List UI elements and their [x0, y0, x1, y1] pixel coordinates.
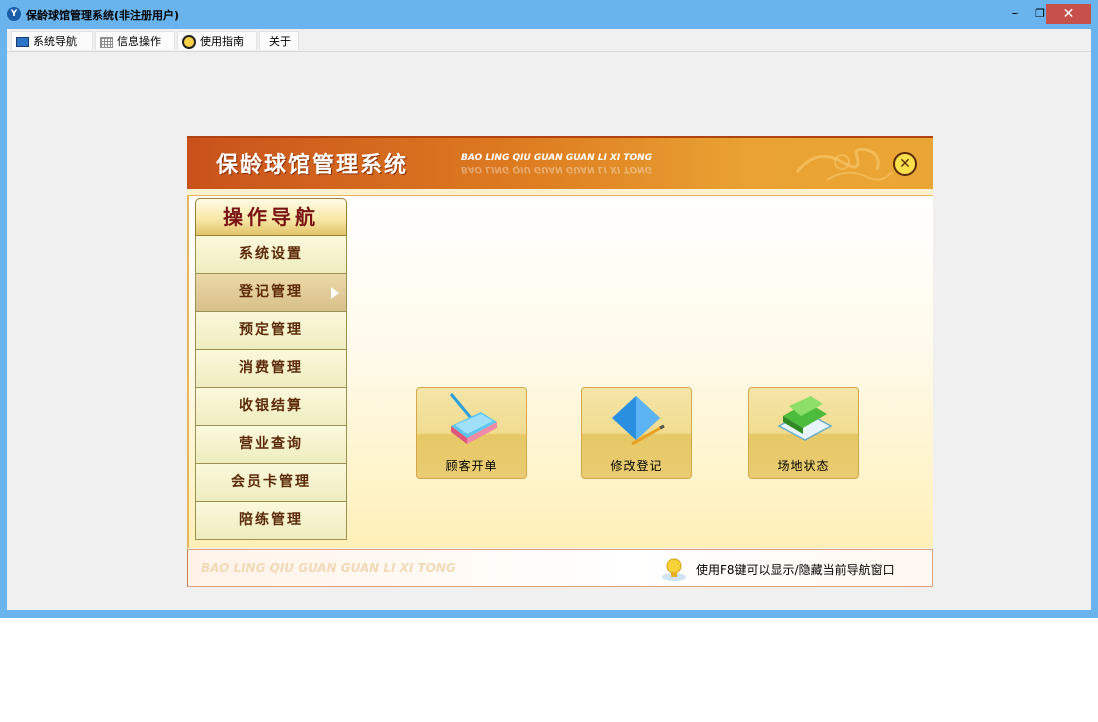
close-button[interactable]: ✕: [1046, 4, 1091, 24]
window-title: 保龄球馆管理系统(非注册用户): [26, 9, 180, 22]
panel-body: 操作导航 系统设置 登记管理 预定管理 消费管理 收银结算 营业查询 会员卡管理…: [187, 196, 933, 548]
nav-item-label: 会员卡管理: [231, 474, 311, 490]
footer-hint: 使用F8键可以显示/隐藏当前导航窗口: [696, 563, 895, 577]
cloud-swirl-icon: [795, 147, 893, 181]
panel-banner: 保龄球馆管理系统 BAO LING QIU GUAN GUAN LI XI TO…: [187, 136, 933, 189]
lightbulb-icon: [662, 558, 686, 581]
title-bar[interactable]: Y 保龄球馆管理系统(非注册用户) – ❐ ✕: [0, 0, 1098, 29]
nav-item-consumption[interactable]: 消费管理: [195, 350, 347, 388]
nav-item-business-query[interactable]: 营业查询: [195, 426, 347, 464]
nav-heading: 操作导航: [195, 198, 347, 236]
nav-item-label: 营业查询: [239, 436, 303, 452]
nav-item-label: 消费管理: [239, 360, 303, 376]
nav-item-system-settings[interactable]: 系统设置: [195, 236, 347, 274]
nav-item-label: 系统设置: [239, 246, 303, 262]
tile-venue-status[interactable]: 场地状态: [748, 387, 859, 479]
menu-bar: 系统导航 信息操作 使用指南 关于: [7, 29, 1091, 52]
menu-info-ops[interactable]: 信息操作: [95, 31, 175, 50]
menu-label: 关于: [269, 35, 291, 48]
panel-close-icon[interactable]: ✕: [893, 152, 917, 176]
menu-label: 使用指南: [200, 35, 244, 48]
nav-item-reservation[interactable]: 预定管理: [195, 312, 347, 350]
nav-item-label: 预定管理: [239, 322, 303, 338]
nav-item-registration[interactable]: 登记管理: [195, 274, 347, 312]
pen-book-icon: [449, 393, 497, 444]
menu-label: 信息操作: [117, 35, 161, 48]
menu-label: 系统导航: [33, 35, 77, 48]
panel-subtitle: BAO LING QIU GUAN GUAN LI XI TONG: [461, 153, 653, 163]
app-window: Y 保龄球馆管理系统(非注册用户) – ❐ ✕ 系统导航 信息操作 使用指南 关…: [0, 0, 1098, 618]
nav-item-member-card[interactable]: 会员卡管理: [195, 464, 347, 502]
nav-item-label: 登记管理: [239, 284, 303, 300]
tile-label: 场地状态: [777, 459, 830, 473]
nav-item-label: 陪练管理: [239, 512, 303, 528]
chevron-right-icon: [331, 287, 339, 299]
tile-label: 顾客开单: [445, 459, 498, 473]
tile-modify-registration[interactable]: 修改登记: [581, 387, 692, 479]
app-icon: Y: [7, 7, 21, 21]
nav-item-checkout[interactable]: 收银结算: [195, 388, 347, 426]
menu-system-nav[interactable]: 系统导航: [11, 31, 93, 50]
edit-notebook-icon: [612, 396, 665, 446]
nav-item-coaching[interactable]: 陪练管理: [195, 502, 347, 540]
nav-item-label: 收银结算: [239, 398, 303, 414]
tile-label: 修改登记: [610, 459, 663, 473]
books-icon: [777, 396, 833, 441]
navigation-panel: 保龄球馆管理系统 BAO LING QIU GUAN GUAN LI XI TO…: [187, 136, 933, 587]
panel-subtitle-reflection: BAO LING QIU GUAN GUAN LI XI TONG: [461, 164, 653, 174]
menu-user-guide[interactable]: 使用指南: [177, 31, 257, 50]
help-icon: [182, 35, 196, 49]
panel-footer: BAO LING QIU GUAN GUAN LI XI TONG 使用F8键可…: [187, 549, 933, 587]
menu-about[interactable]: 关于: [259, 31, 299, 50]
footer-brand: BAO LING QIU GUAN GUAN LI XI TONG: [201, 561, 456, 575]
panel-title: 保龄球馆管理系统: [216, 152, 409, 178]
monitor-icon: [16, 37, 29, 47]
grid-icon: [100, 36, 113, 48]
banner-divider: [187, 189, 933, 196]
minimize-button[interactable]: –: [1002, 4, 1028, 24]
tile-open-order[interactable]: 顾客开单: [416, 387, 527, 479]
